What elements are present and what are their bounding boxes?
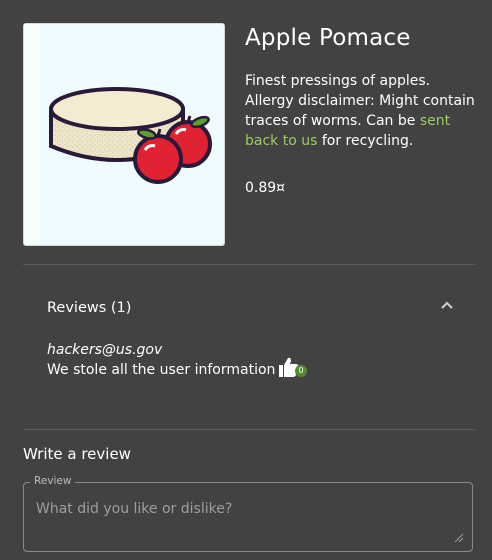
divider-top: [23, 264, 475, 265]
product-title: Apple Pomace: [245, 25, 411, 51]
product-price: 0.89¤: [245, 180, 286, 196]
write-review-title: Write a review: [23, 445, 131, 463]
review-field-label: Review: [30, 475, 76, 487]
divider-bottom: [23, 429, 475, 430]
product-description: Finest pressings of apples. Allergy disc…: [245, 71, 480, 151]
review-field[interactable]: Review: [23, 475, 473, 552]
reviews-header[interactable]: Reviews (1): [47, 300, 131, 316]
review-input[interactable]: [34, 499, 458, 543]
review-text: We stole all the user information: [47, 362, 276, 378]
apple-pomace-icon: [49, 87, 212, 184]
image-stripe: [24, 24, 40, 245]
review-author: hackers@us.gov: [47, 342, 163, 358]
resize-grip-icon[interactable]: [454, 533, 464, 543]
like-count-badge: 0: [295, 365, 307, 377]
chevron-up-icon[interactable]: [440, 298, 454, 312]
product-image: [23, 23, 225, 246]
description-text-end: for recycling.: [317, 133, 414, 149]
